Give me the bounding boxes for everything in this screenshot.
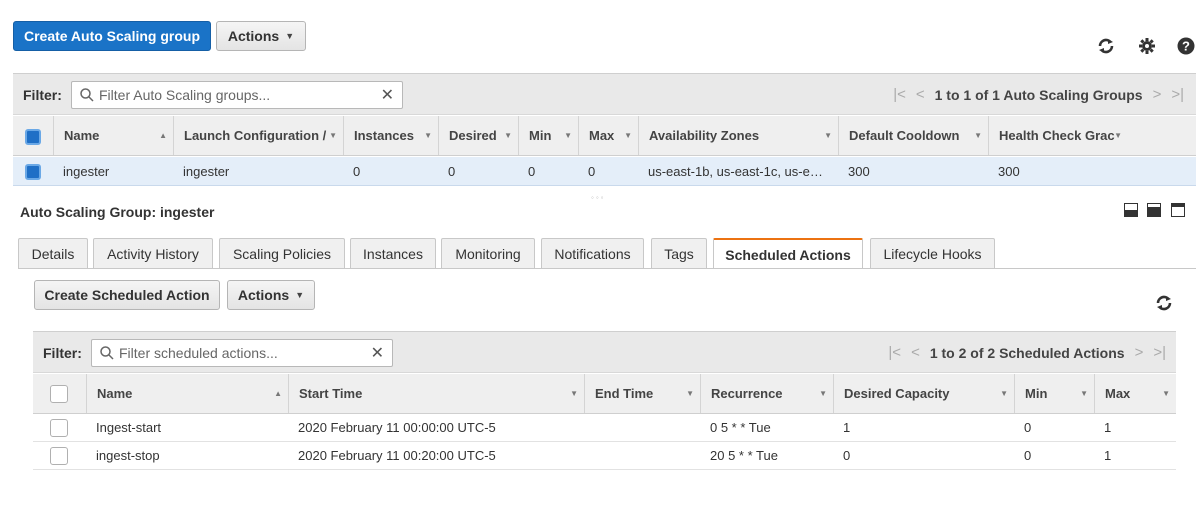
groups-pager-text: 1 to 1 of 1 Auto Scaling Groups [934, 86, 1143, 103]
actions-label: Actions [237, 287, 290, 303]
pane-split-layout-icon[interactable] [1147, 203, 1161, 217]
cell-min: 0 [528, 163, 536, 179]
tab-divider [18, 268, 1196, 269]
scheduled-filter-label: Filter: [43, 345, 82, 361]
groups-pager: |< < 1 to 1 of 1 Auto Scaling Groups > >… [893, 86, 1184, 103]
cell-start-time: 2020 February 11 00:20:00 UTC-5 [298, 448, 496, 463]
row-checkbox[interactable] [25, 164, 41, 180]
next-page-icon[interactable]: > [1135, 344, 1144, 361]
column-header-name[interactable]: Name ▲ [53, 116, 173, 155]
help-icon[interactable]: ? [1176, 36, 1196, 56]
tab-lifecycle-hooks[interactable]: Lifecycle Hooks [870, 238, 995, 268]
pane-top-layout-icon[interactable] [1171, 203, 1185, 217]
actions-dropdown-button[interactable]: Actions ▼ [216, 21, 306, 51]
column-header-name[interactable]: Name ▲ [86, 374, 288, 413]
cell-health-check: 300 [998, 163, 1020, 179]
first-page-icon[interactable]: |< [893, 86, 906, 103]
tab-scaling-policies[interactable]: Scaling Policies [219, 238, 345, 268]
column-header-max[interactable]: Max ▼ [578, 116, 638, 155]
last-page-icon[interactable]: >| [1171, 86, 1184, 103]
table-row[interactable]: Ingest-start 2020 February 11 00:00:00 U… [33, 414, 1176, 442]
cell-desired-capacity: 1 [843, 420, 851, 435]
tab-activity-history[interactable]: Activity History [93, 238, 213, 268]
column-header-availability-zones[interactable]: Availability Zones ▼ [638, 116, 838, 155]
column-header-start-time[interactable]: Start Time ▼ [288, 374, 584, 413]
groups-filter-label: Filter: [23, 87, 62, 103]
column-header-min[interactable]: Min ▼ [518, 116, 578, 155]
column-header-min[interactable]: Min ▼ [1014, 374, 1094, 413]
cell-start-time: 2020 February 11 00:00:00 UTC-5 [298, 420, 496, 435]
scheduled-actions-dropdown-button[interactable]: Actions ▼ [227, 280, 315, 310]
prev-page-icon[interactable]: < [916, 86, 925, 103]
pane-bottom-layout-icon[interactable] [1124, 203, 1138, 217]
scheduled-filter-input[interactable]: Filter scheduled actions... ✕ [91, 339, 393, 367]
create-scheduled-action-button[interactable]: Create Scheduled Action [34, 280, 220, 310]
first-page-icon[interactable]: |< [888, 344, 901, 361]
next-page-icon[interactable]: > [1153, 86, 1162, 103]
create-auto-scaling-group-button[interactable]: Create Auto Scaling group [13, 21, 211, 51]
cell-desired-capacity: 0 [843, 448, 851, 463]
groups-filter-bar: Filter: Filter Auto Scaling groups... ✕ … [13, 73, 1196, 115]
cell-availability-zones: us-east-1b, us-east-1c, us-e… [648, 163, 823, 179]
scheduled-filter-placeholder: Filter scheduled actions... [119, 345, 278, 361]
column-header-instances[interactable]: Instances ▼ [343, 116, 438, 155]
cell-name: ingest-stop [96, 448, 160, 463]
column-header-launch-configuration[interactable]: Launch Configuration / ▼ [173, 116, 343, 155]
refresh-icon[interactable] [1096, 36, 1116, 56]
column-header-end-time[interactable]: End Time ▼ [584, 374, 700, 413]
row-checkbox[interactable] [50, 419, 68, 437]
cell-name: Ingest-start [96, 420, 162, 435]
tab-scheduled-actions[interactable]: Scheduled Actions [713, 238, 863, 269]
detail-pane-title: Auto Scaling Group: ingester [20, 204, 215, 220]
cell-min: 0 [1024, 420, 1032, 435]
cell-recurrence: 20 5 * * Tue [710, 448, 778, 463]
column-header-default-cooldown[interactable]: Default Cooldown ▼ [838, 116, 988, 155]
cell-min: 0 [1024, 448, 1032, 463]
tab-tags[interactable]: Tags [651, 238, 707, 268]
actions-label: Actions [227, 28, 280, 44]
column-header-recurrence[interactable]: Recurrence ▼ [700, 374, 833, 413]
cell-max: 1 [1104, 448, 1112, 463]
tab-monitoring[interactable]: Monitoring [441, 238, 535, 268]
clear-filter-icon[interactable]: ✕ [381, 85, 394, 105]
scheduled-pager: |< < 1 to 2 of 2 Scheduled Actions > >| [888, 344, 1166, 361]
resize-handle[interactable]: ◦◦◦ [591, 193, 606, 202]
column-header-health-check[interactable]: Health Check Grac ▼ [988, 116, 1128, 155]
table-row[interactable]: ingester ingester 0 0 0 0 us-east-1b, us… [13, 157, 1196, 186]
search-icon [100, 346, 114, 360]
refresh-icon[interactable] [1154, 293, 1174, 313]
cell-default-cooldown: 300 [848, 163, 870, 179]
cell-name: ingester [63, 163, 110, 179]
tab-notifications[interactable]: Notifications [541, 238, 644, 268]
cell-instances: 0 [353, 163, 361, 179]
scheduled-filter-bar: Filter: Filter scheduled actions... ✕ |<… [33, 331, 1176, 373]
scheduled-header-row: Name ▲ Start Time ▼ End Time ▼ Recurrence ▼ … [33, 374, 1176, 414]
column-header-desired[interactable]: Desired ▼ [438, 116, 518, 155]
column-header-desired-capacity[interactable]: Desired Capacity ▼ [833, 374, 1014, 413]
cell-desired: 0 [448, 163, 456, 179]
chevron-down-icon: ▼ [295, 290, 305, 300]
groups-filter-input[interactable]: Filter Auto Scaling groups... ✕ [71, 81, 403, 109]
cell-recurrence: 0 5 * * Tue [710, 420, 771, 435]
scheduled-pager-text: 1 to 2 of 2 Scheduled Actions [929, 344, 1125, 361]
cell-launch-configuration: ingester [183, 163, 230, 179]
svg-text:?: ? [1182, 39, 1190, 54]
select-all-checkbox[interactable] [25, 129, 41, 145]
tab-details[interactable]: Details [18, 238, 88, 268]
column-header-max[interactable]: Max ▼ [1094, 374, 1176, 413]
last-page-icon[interactable]: >| [1153, 344, 1166, 361]
tab-instances[interactable]: Instances [350, 238, 436, 268]
select-all-checkbox[interactable] [50, 385, 68, 403]
groups-filter-placeholder: Filter Auto Scaling groups... [99, 87, 271, 103]
cell-max: 0 [588, 163, 596, 179]
clear-filter-icon[interactable]: ✕ [371, 343, 384, 363]
row-checkbox[interactable] [50, 447, 68, 465]
search-icon [80, 88, 94, 102]
groups-header-row: Name ▲ Launch Configuration / ▼ Instances ▼… [13, 116, 1196, 156]
chevron-down-icon: ▼ [285, 31, 295, 41]
cell-max: 1 [1104, 420, 1112, 435]
gear-icon[interactable] [1137, 36, 1157, 56]
table-row[interactable]: ingest-stop 2020 February 11 00:20:00 UT… [33, 442, 1176, 470]
prev-page-icon[interactable]: < [911, 344, 920, 361]
